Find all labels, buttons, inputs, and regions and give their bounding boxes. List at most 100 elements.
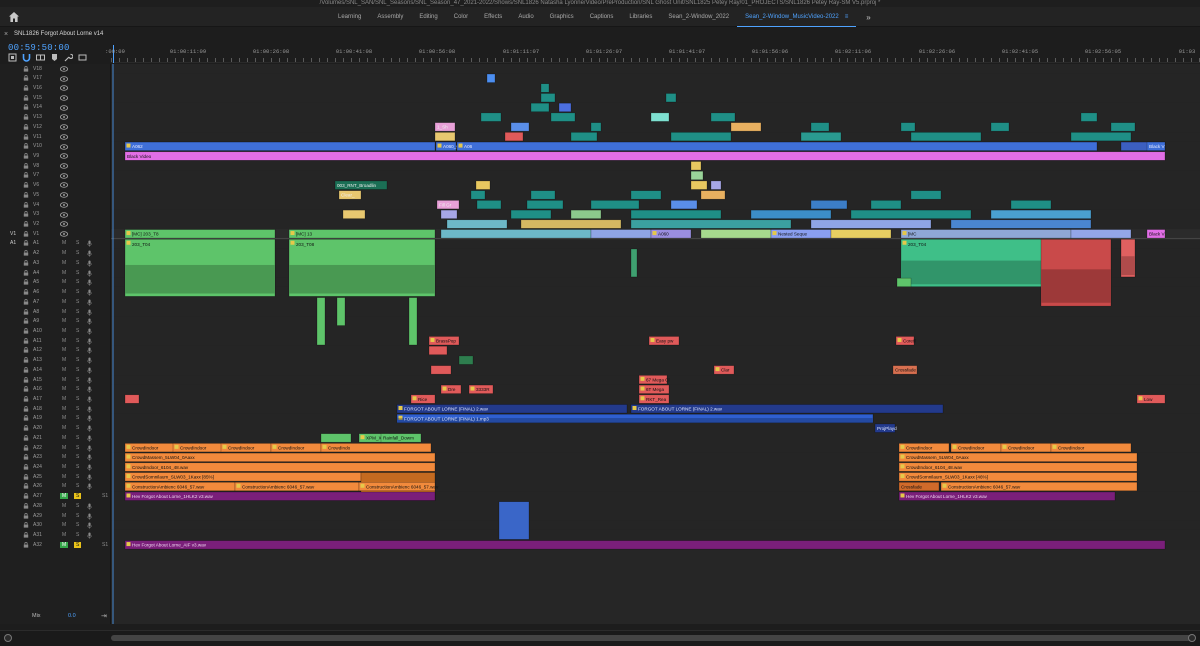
track-name[interactable]: A16 bbox=[33, 386, 42, 392]
solo-button[interactable]: S bbox=[76, 415, 79, 421]
mic-icon[interactable] bbox=[87, 396, 92, 403]
clip-body[interactable] bbox=[440, 229, 592, 239]
source-patch[interactable]: V1 bbox=[10, 231, 16, 237]
clip-v1[interactable] bbox=[1070, 229, 1132, 239]
clip-body[interactable] bbox=[690, 161, 702, 171]
track-name[interactable]: V8 bbox=[33, 163, 39, 169]
lock-icon[interactable] bbox=[23, 522, 29, 528]
eye-icon[interactable] bbox=[59, 95, 69, 101]
workspace-tab-effects[interactable]: Effects bbox=[476, 7, 510, 27]
mute-button[interactable]: M bbox=[62, 396, 66, 402]
clip-a18[interactable]: FORGOT ABOUT LORNE (FINAL) 2.wav bbox=[630, 404, 944, 414]
clip-a26[interactable]: ConstructionAmbienc 6046_57.wav bbox=[940, 482, 1138, 492]
mic-icon[interactable] bbox=[87, 328, 92, 335]
mute-button[interactable]: M bbox=[62, 338, 66, 344]
track-header-a19[interactable]: A19 M S bbox=[0, 414, 111, 424]
lock-icon[interactable] bbox=[23, 289, 29, 295]
track-header-a28[interactable]: A28 M S bbox=[0, 501, 111, 511]
clip-a12[interactable] bbox=[428, 345, 448, 355]
track-lane[interactable] bbox=[111, 520, 1200, 530]
clip-body[interactable] bbox=[475, 180, 491, 190]
clip-v11[interactable] bbox=[1070, 132, 1132, 142]
clip-v3[interactable] bbox=[510, 209, 552, 219]
solo-button[interactable]: S bbox=[76, 270, 79, 276]
clip-a11[interactable]: BrassPop bbox=[428, 336, 460, 346]
track-lane[interactable] bbox=[111, 433, 1200, 443]
clip-v13[interactable] bbox=[550, 112, 576, 122]
solo-button[interactable]: S bbox=[76, 338, 79, 344]
mute-button[interactable]: M bbox=[62, 299, 66, 305]
mute-button[interactable]: M bbox=[62, 435, 66, 441]
solo-button[interactable]: S bbox=[76, 367, 79, 373]
clip-body[interactable] bbox=[1110, 122, 1136, 132]
track-name[interactable]: A3 bbox=[33, 260, 39, 266]
solo-button[interactable]: S bbox=[76, 318, 79, 324]
track-header-v9[interactable]: V9 bbox=[0, 151, 111, 161]
track-name[interactable]: A15 bbox=[33, 377, 42, 383]
track-header-a20[interactable]: A20 M S bbox=[0, 424, 111, 434]
track-name[interactable]: A30 bbox=[33, 522, 42, 528]
track-lane[interactable] bbox=[111, 297, 1200, 307]
track-header-v13[interactable]: V13 bbox=[0, 113, 111, 123]
clip-body[interactable] bbox=[990, 122, 1010, 132]
mix-volume-value[interactable]: 0.0 bbox=[68, 613, 76, 619]
clip-body[interactable] bbox=[1010, 200, 1052, 210]
clip-v4[interactable] bbox=[1010, 200, 1052, 210]
lock-icon[interactable] bbox=[23, 84, 29, 91]
track-name[interactable]: V15 bbox=[33, 95, 42, 101]
clip-body[interactable] bbox=[700, 190, 726, 200]
clip-a1[interactable]: 203_T04 bbox=[124, 239, 276, 297]
timeline-tracks[interactable]: A062 A060_C0 A06 Black V Black Video [MC] 203… bbox=[111, 64, 1200, 624]
clip-v4[interactable] bbox=[526, 200, 564, 210]
track-name[interactable]: A6 bbox=[33, 289, 39, 295]
lock-icon[interactable] bbox=[23, 454, 29, 460]
clip-a26[interactable]: ConstructionAmbienc 6046_57.wav bbox=[358, 482, 439, 492]
eye-icon[interactable] bbox=[59, 124, 69, 130]
clip-a1[interactable]: 203_T08 bbox=[288, 239, 436, 297]
sequence-tab[interactable]: SNL1826 Forgot About Lorne v14 bbox=[14, 31, 103, 37]
clip-v15[interactable] bbox=[665, 93, 677, 103]
track-lane[interactable] bbox=[111, 511, 1200, 521]
clip-body[interactable] bbox=[910, 132, 982, 142]
clip-a20[interactable]: ProjPlayd bbox=[874, 423, 897, 433]
clip-body[interactable] bbox=[408, 297, 418, 346]
track-name[interactable]: V7 bbox=[33, 172, 39, 178]
clip-a16[interactable]: Dre bbox=[440, 384, 462, 394]
clip-v13[interactable] bbox=[1080, 112, 1098, 122]
track-name[interactable]: A10 bbox=[33, 328, 42, 334]
mic-icon[interactable] bbox=[87, 347, 92, 354]
track-lane[interactable] bbox=[111, 530, 1200, 540]
clip-body[interactable] bbox=[896, 277, 912, 287]
track-name[interactable]: V4 bbox=[33, 202, 39, 208]
clip-v4[interactable] bbox=[590, 200, 640, 210]
clip-a17[interactable] bbox=[124, 394, 140, 404]
clip-body[interactable] bbox=[810, 219, 932, 229]
lock-icon[interactable] bbox=[23, 250, 29, 256]
mute-button[interactable]: M bbox=[62, 474, 66, 480]
clip-v6[interactable] bbox=[475, 180, 491, 190]
clip-body[interactable] bbox=[1070, 132, 1132, 142]
mute-button[interactable]: M bbox=[62, 522, 66, 528]
clip-v5[interactable]: Clear_ bbox=[338, 190, 362, 200]
eye-icon[interactable] bbox=[59, 114, 69, 121]
clip-a22[interactable]: CrowdIndoor bbox=[172, 443, 224, 453]
clip-v9[interactable]: Black Video bbox=[124, 151, 1166, 161]
track-header-v16[interactable]: V16 bbox=[0, 83, 111, 93]
clip-a13[interactable] bbox=[458, 355, 474, 365]
mic-icon[interactable] bbox=[87, 318, 92, 325]
mic-icon[interactable] bbox=[87, 260, 92, 267]
clip-body[interactable] bbox=[630, 248, 638, 278]
eye-icon[interactable] bbox=[59, 143, 69, 150]
clip-a26[interactable]: ConstructionAmbienc 6046_57.wav bbox=[124, 482, 236, 492]
eye-icon[interactable] bbox=[59, 75, 69, 82]
lock-icon[interactable] bbox=[23, 502, 29, 509]
clip-body[interactable] bbox=[530, 190, 556, 200]
solo-button[interactable]: S bbox=[76, 483, 79, 489]
lock-icon[interactable] bbox=[23, 201, 29, 208]
lock-icon[interactable] bbox=[23, 269, 29, 276]
clip-a17[interactable]: RKT_Rea bbox=[638, 394, 670, 404]
clip-a23[interactable]: CrowdMassem_5LW04_0Aaxx bbox=[124, 452, 436, 462]
track-volume[interactable]: S1 bbox=[102, 542, 108, 548]
track-name[interactable]: V1 bbox=[33, 231, 39, 237]
mic-icon[interactable] bbox=[87, 367, 92, 374]
